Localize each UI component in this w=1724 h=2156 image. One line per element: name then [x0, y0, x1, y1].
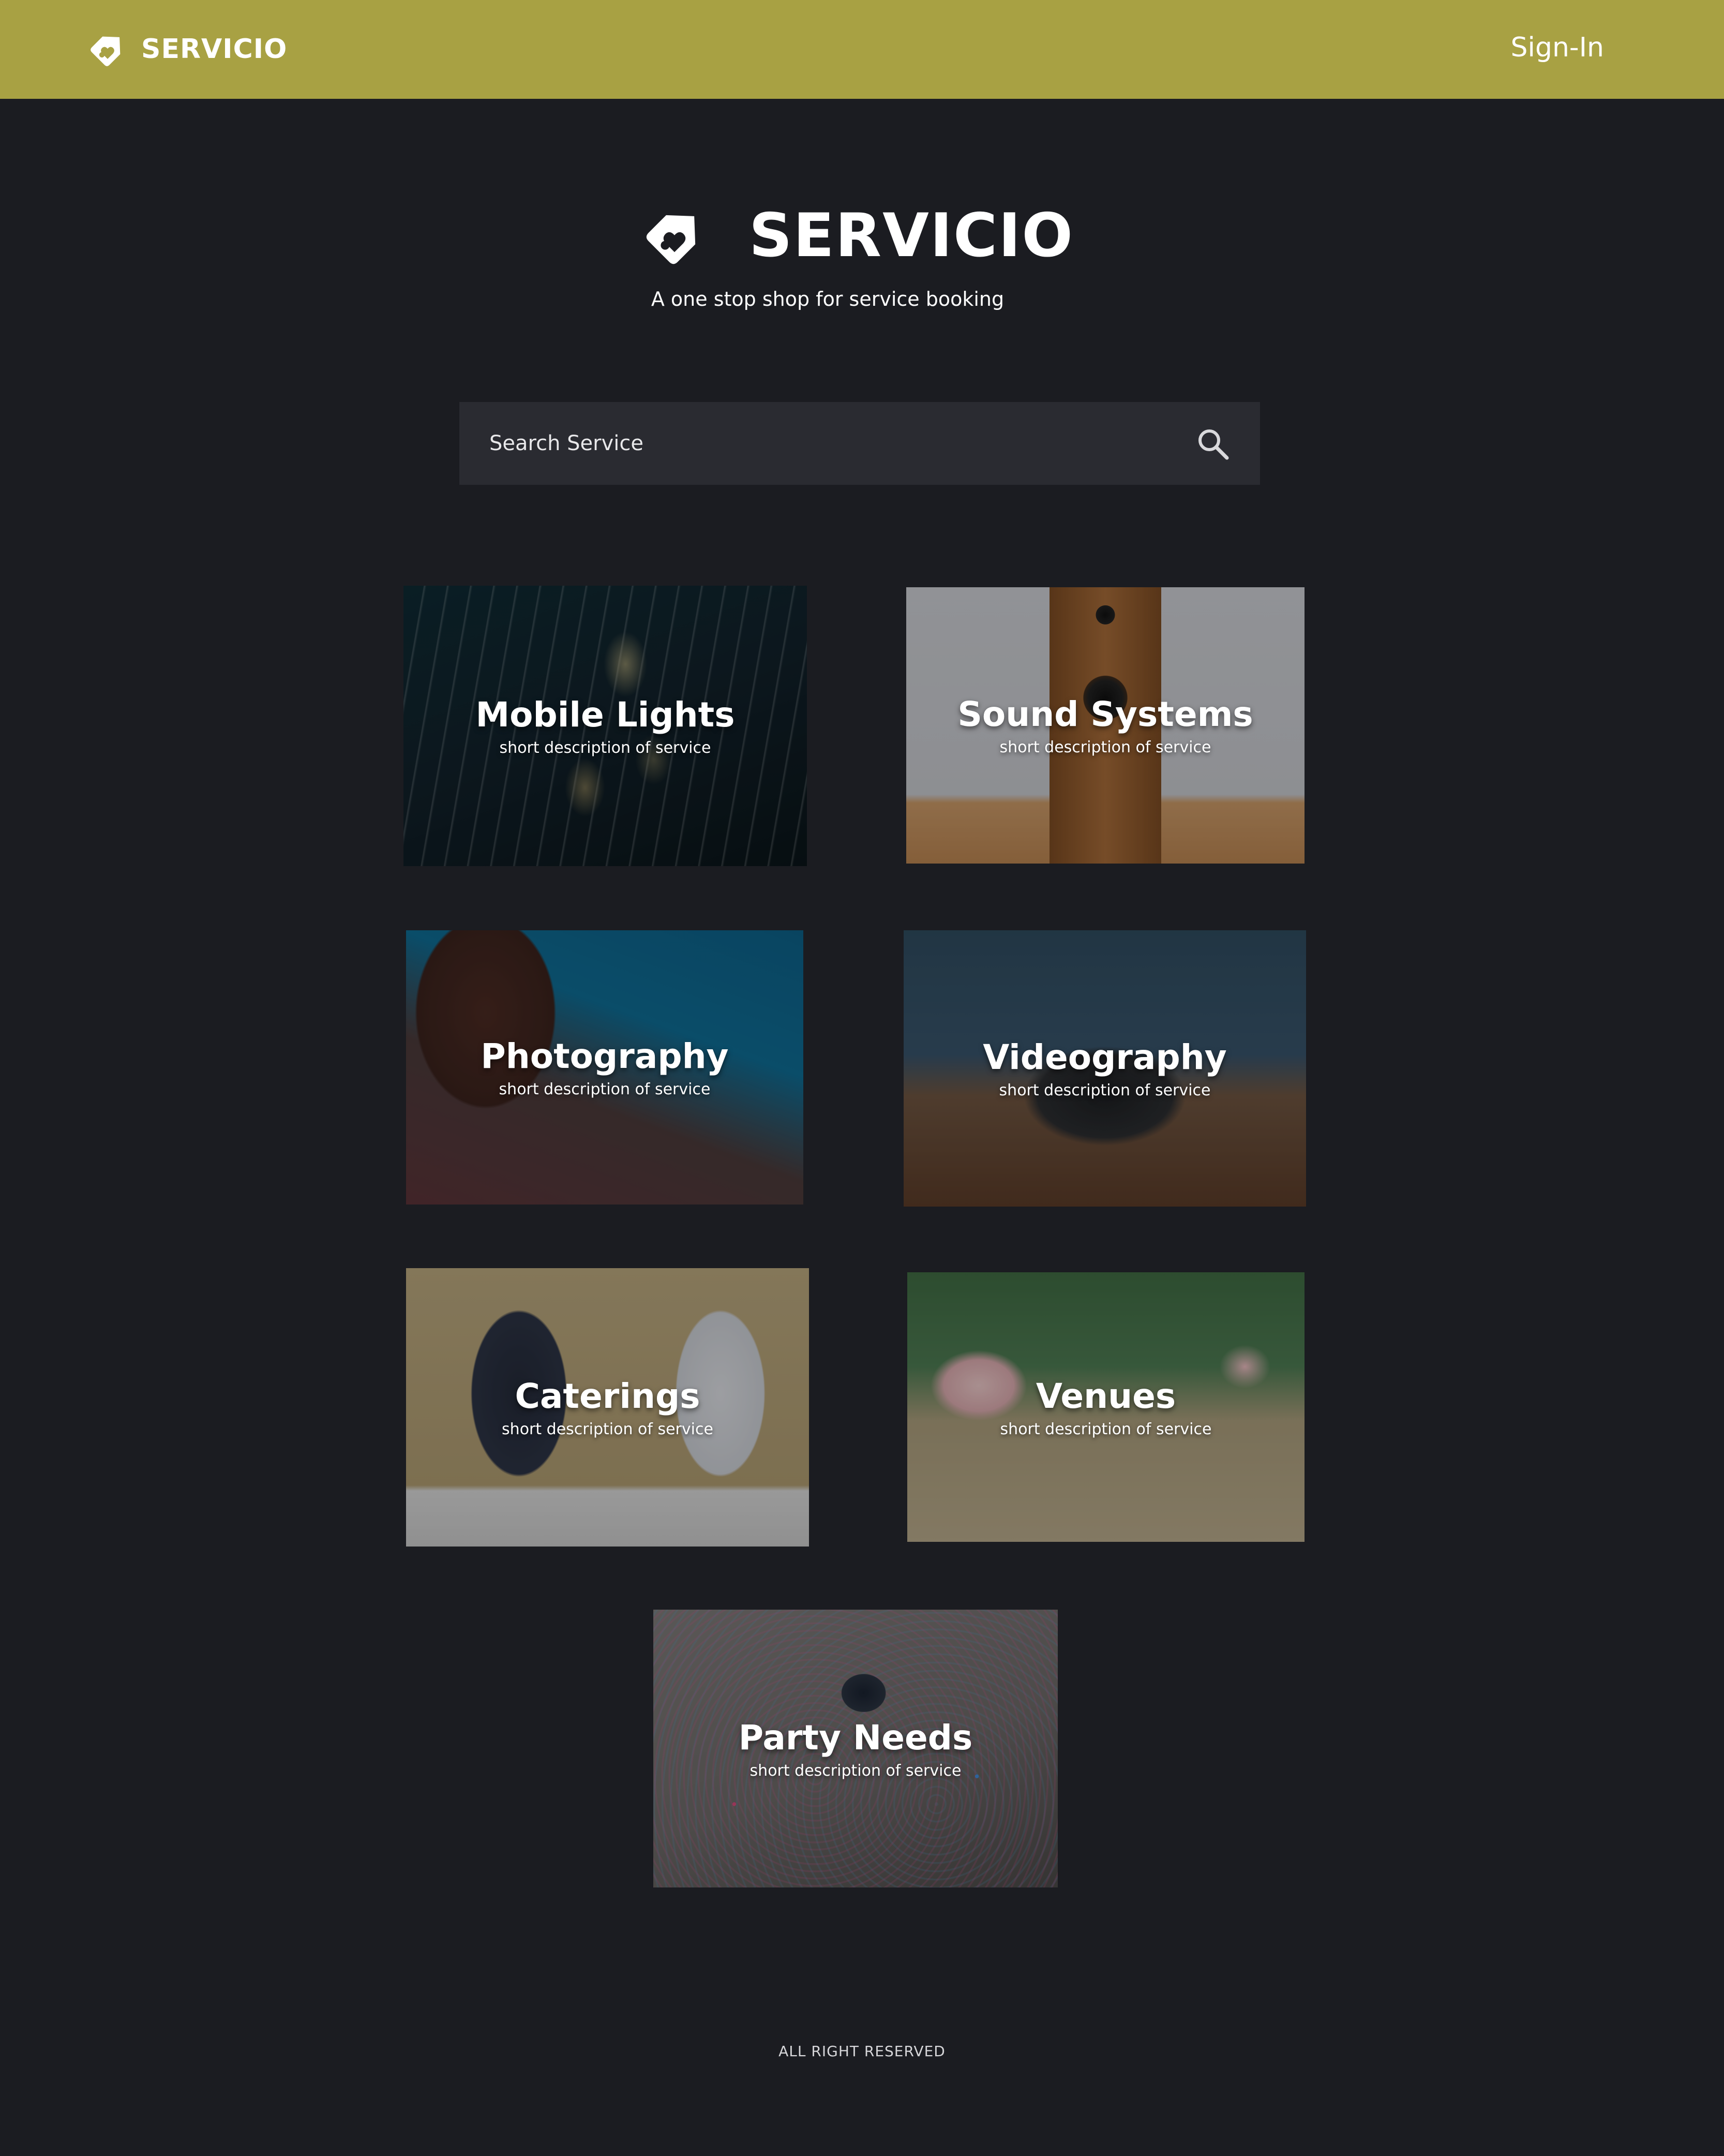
- service-description: short description of service: [499, 739, 711, 757]
- service-description: short description of service: [749, 1761, 962, 1780]
- service-title: Videography: [983, 1037, 1227, 1077]
- service-description: short description of service: [999, 1081, 1211, 1099]
- service-title: Sound Systems: [957, 694, 1253, 734]
- service-card-venues[interactable]: Venues short description of service: [907, 1272, 1305, 1542]
- service-title: Venues: [1036, 1376, 1176, 1416]
- page-subtitle-wrap: A one stop shop for service booking: [621, 288, 1035, 310]
- footer-copyright: ALL RIGHT RESERVED: [778, 2043, 946, 2060]
- service-description: short description of service: [999, 738, 1211, 756]
- service-title: Caterings: [515, 1376, 700, 1416]
- brand-name: SERVICIO: [141, 34, 288, 65]
- sign-in-link[interactable]: Sign-In: [1511, 32, 1604, 63]
- page-title: SERVICIO: [749, 201, 1074, 271]
- service-card-sound-systems[interactable]: Sound Systems short description of servi…: [906, 587, 1305, 864]
- service-card-mobile-lights[interactable]: Mobile Lights short description of servi…: [403, 586, 807, 866]
- top-navigation-bar: SERVICIO Sign-In: [0, 0, 1724, 99]
- service-description: short description of service: [499, 1080, 711, 1098]
- service-card-photography[interactable]: Photography short description of service: [406, 930, 803, 1205]
- service-title: Party Needs: [738, 1717, 973, 1758]
- service-title: Mobile Lights: [475, 695, 735, 735]
- search-button[interactable]: [1196, 427, 1230, 461]
- tag-heart-icon: [638, 199, 711, 273]
- page-subtitle: A one stop shop for service booking: [651, 288, 1005, 310]
- service-card-party-needs[interactable]: Party Needs short description of service: [653, 1610, 1058, 1887]
- search-input[interactable]: [489, 402, 1162, 485]
- search-bar: [459, 402, 1260, 485]
- service-card-videography[interactable]: Videography short description of service: [904, 930, 1306, 1207]
- search-icon: [1198, 429, 1229, 460]
- service-card-caterings[interactable]: Caterings short description of service: [406, 1268, 809, 1547]
- service-description: short description of service: [502, 1420, 713, 1438]
- service-title: Photography: [481, 1036, 729, 1076]
- brand-home-link[interactable]: SERVICIO: [85, 26, 287, 72]
- service-description: short description of service: [1000, 1420, 1212, 1438]
- tag-heart-icon: [85, 27, 130, 71]
